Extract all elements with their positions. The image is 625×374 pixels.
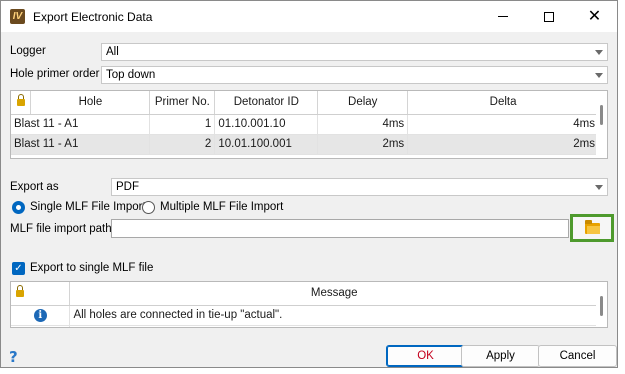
- column-header-hole[interactable]: Hole: [30, 91, 151, 115]
- message-icon-cell: [11, 325, 71, 327]
- single-mlf-radio[interactable]: [12, 201, 25, 214]
- hole-cell: Blast 11 - A1: [11, 114, 151, 135]
- browse-folder-button[interactable]: [570, 214, 614, 242]
- column-header-message[interactable]: Message: [69, 282, 599, 306]
- apply-button[interactable]: Apply: [461, 345, 540, 367]
- chevron-down-icon: [595, 185, 603, 190]
- message-cell: All holes are connected in tie-up "actua…: [69, 305, 599, 326]
- table-row[interactable]: i All holes are connected in tie-up "act…: [11, 305, 599, 326]
- messages-table: Message i All holes are connected in tie…: [10, 281, 608, 328]
- lock-column-header: [11, 282, 71, 306]
- export-single-label[interactable]: Export to single MLF file: [30, 262, 153, 274]
- app-icon: IV: [10, 9, 25, 24]
- single-mlf-label[interactable]: Single MLF File Import: [30, 201, 146, 213]
- mlf-path-label: MLF file import path: [10, 223, 112, 235]
- delta-cell: 2ms: [407, 134, 599, 155]
- title-bar: IV Export Electronic Data ✕: [1, 1, 617, 32]
- logger-label: Logger: [10, 45, 46, 57]
- table-row[interactable]: [11, 325, 599, 327]
- info-icon: i: [33, 308, 47, 322]
- detonator-id-cell: 10.01.100.001: [214, 134, 319, 155]
- column-header-primer[interactable]: Primer No.: [149, 91, 216, 115]
- hole-primer-order-value: Top down: [106, 69, 156, 81]
- export-as-label: Export as: [10, 181, 59, 193]
- export-as-value: PDF: [116, 181, 139, 193]
- logger-select[interactable]: All: [101, 43, 608, 61]
- messages-table-scrollbar[interactable]: [596, 282, 607, 327]
- holes-table-header: Hole Primer No. Detonator ID Delay Delta: [11, 91, 599, 115]
- folder-icon: [584, 219, 600, 234]
- minimize-button[interactable]: [480, 1, 525, 32]
- multiple-mlf-label[interactable]: Multiple MLF File Import: [160, 201, 283, 213]
- close-icon: ✕: [587, 7, 602, 25]
- multiple-mlf-radio[interactable]: [142, 201, 155, 214]
- delay-cell: 4ms: [317, 114, 409, 135]
- holes-table-scrollbar[interactable]: [596, 91, 607, 158]
- window-title: Export Electronic Data: [33, 10, 153, 24]
- logger-value: All: [106, 46, 119, 58]
- hole-primer-order-select[interactable]: Top down: [101, 66, 608, 84]
- table-row[interactable]: Blast 11 - A1 1 01.10.001.10 4ms 4ms: [11, 114, 599, 135]
- messages-table-header: Message: [11, 282, 599, 306]
- column-header-detonator-id[interactable]: Detonator ID: [214, 91, 319, 115]
- minimize-icon: [497, 16, 508, 17]
- maximize-button[interactable]: [526, 1, 571, 32]
- export-dialog: IV Export Electronic Data ✕ Logger All H…: [0, 0, 618, 368]
- mlf-path-input[interactable]: [111, 219, 569, 238]
- chevron-down-icon: [595, 73, 603, 78]
- lock-icon: [16, 94, 25, 107]
- holes-table: Hole Primer No. Detonator ID Delay Delta…: [10, 90, 608, 159]
- delta-cell: 4ms: [407, 114, 599, 135]
- detonator-id-cell: 01.10.001.10: [214, 114, 319, 135]
- scrollbar-thumb[interactable]: [600, 105, 603, 125]
- hole-primer-order-label: Hole primer order: [10, 68, 100, 80]
- hole-cell: Blast 11 - A1: [11, 134, 151, 155]
- primer-cell: 1: [149, 114, 216, 135]
- close-button[interactable]: ✕: [572, 1, 617, 32]
- delay-cell: 2ms: [317, 134, 409, 155]
- lock-icon: [16, 285, 24, 298]
- ok-button[interactable]: OK: [386, 345, 465, 367]
- export-as-select[interactable]: PDF: [111, 178, 608, 196]
- export-single-checkbox[interactable]: ✓: [12, 262, 25, 275]
- column-header-delta[interactable]: Delta: [407, 91, 599, 115]
- help-icon[interactable]: ?: [9, 348, 18, 366]
- maximize-icon: [543, 11, 554, 22]
- column-header-delay[interactable]: Delay: [317, 91, 409, 115]
- message-icon-cell: i: [11, 305, 71, 326]
- primer-cell: 2: [149, 134, 216, 155]
- table-row[interactable]: Blast 11 - A1 2 10.01.100.001 2ms 2ms: [11, 134, 599, 155]
- chevron-down-icon: [595, 50, 603, 55]
- scrollbar-thumb[interactable]: [600, 296, 603, 316]
- lock-column-header: [11, 91, 32, 115]
- message-cell: [69, 325, 599, 327]
- cancel-button[interactable]: Cancel: [538, 345, 617, 367]
